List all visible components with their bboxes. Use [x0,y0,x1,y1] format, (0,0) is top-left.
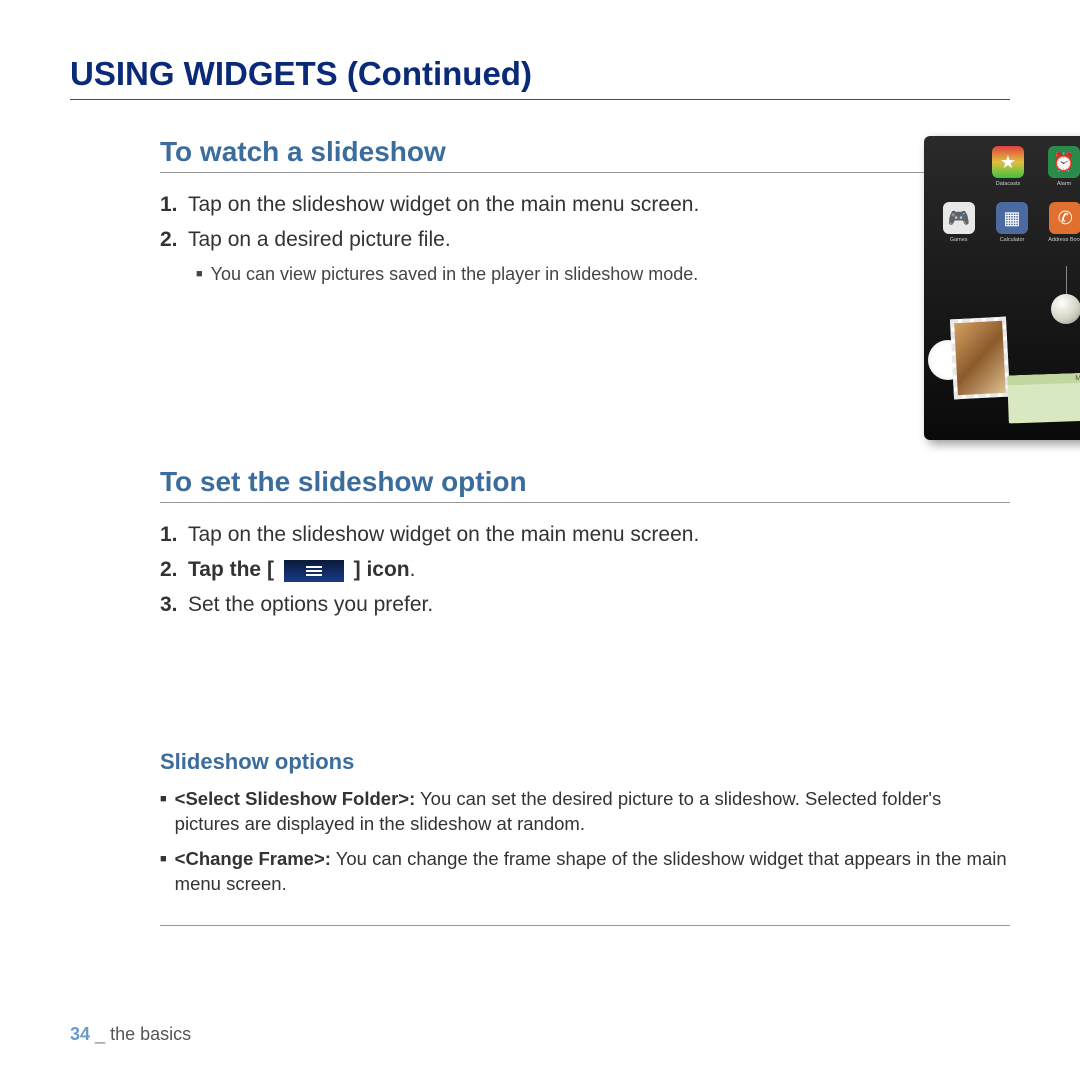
content-area: ★ Datacasts ⏰ Alarm 🎮 Games ▦ Calculator… [70,136,1010,926]
slideshow-options-list: ■ <Select Slideshow Folder>: You can set… [160,787,1010,926]
sub-note: ■ You can view pictures saved in the pla… [196,262,770,286]
option-item: ■ <Select Slideshow Folder>: You can set… [160,787,1010,837]
step-item: 1. Tap on the slideshow widget on the ma… [160,521,1010,548]
device-icon-alarm: ⏰ Alarm [1043,146,1080,198]
steps-set: 1. Tap on the slideshow widget on the ma… [160,521,1010,619]
device-icon-calculator: ▦ Calculator [991,202,1033,254]
option-item: ■ <Change Frame>: You can change the fra… [160,847,1010,897]
section-set-slideshow: To set the slideshow option [160,466,1010,503]
step-item: 2. Tap the [ ] icon. [160,556,1010,583]
section-watch-slideshow: To watch a slideshow [160,136,1010,173]
device-icon-addressbook: ✆ Address Book [1044,202,1080,254]
device-icon-datacasts: ★ Datacasts [987,146,1029,198]
sticky-note [1007,373,1080,424]
step-item: 2. Tap on a desired picture file. [160,226,770,253]
photo-frame [950,317,1010,400]
menu-icon [284,560,344,582]
lightbulb-icon [1048,266,1080,326]
steps-watch: 1. Tap on the slideshow widget on the ma… [160,191,770,254]
page-title: USING WIDGETS (Continued) [70,55,1010,100]
step-item: 1. Tap on the slideshow widget on the ma… [160,191,770,218]
device-screenshot: ★ Datacasts ⏰ Alarm 🎮 Games ▦ Calculator… [924,136,1080,440]
slideshow-options-title: Slideshow options [160,749,1010,775]
step-item: 3. Set the options you prefer. [160,591,1010,618]
page-footer: 34 _ the basics [70,1024,191,1045]
device-icon-games: 🎮 Games [938,202,980,254]
